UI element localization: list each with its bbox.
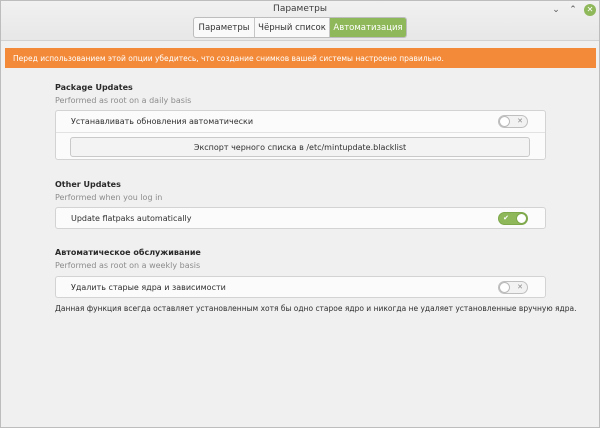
tab-blacklist[interactable]: Чёрный список: [255, 18, 330, 37]
switch-knob: [499, 282, 510, 293]
window-title: Параметры: [273, 4, 327, 14]
other-updates-panel: Update flatpaks automatically ✔: [55, 207, 546, 229]
section-subtitle-package-updates: Performed as root on a daily basis: [55, 96, 192, 105]
snapshot-warning-banner: Перед использованием этой опции убедитес…: [5, 48, 596, 68]
row-divider: [56, 132, 545, 133]
tab-automation[interactable]: Автоматизация: [330, 18, 406, 37]
remove-old-kernels-switch[interactable]: ✕: [498, 281, 528, 294]
switch-on-check-icon: ✔: [503, 214, 509, 222]
switch-off-mark-icon: ✕: [517, 283, 523, 291]
auto-upgrade-label: Устанавливать обновления автоматически: [71, 117, 254, 126]
section-subtitle-maintenance: Performed as root on a weekly basis: [55, 261, 201, 270]
section-title-maintenance: Автоматическое обслуживание: [55, 248, 201, 257]
section-title-package-updates: Package Updates: [55, 83, 133, 92]
section-subtitle-other-updates: Performed when you log in: [55, 193, 163, 202]
maintenance-panel: Удалить старые ядра и зависимости ✕: [55, 276, 546, 298]
flatpak-auto-update-label: Update flatpaks automatically: [71, 214, 192, 223]
close-icon[interactable]: ✕: [584, 4, 596, 16]
auto-upgrade-switch[interactable]: ✕: [498, 115, 528, 128]
minimize-icon[interactable]: ⌄: [550, 4, 562, 16]
flatpak-auto-update-switch[interactable]: ✔: [498, 212, 528, 225]
remove-old-kernels-label: Удалить старые ядра и зависимости: [71, 283, 226, 292]
warning-text: Перед использованием этой опции убедитес…: [13, 53, 444, 63]
maximize-icon[interactable]: ⌃: [567, 4, 579, 16]
kernel-removal-note: Данная функция всегда оставляет установл…: [55, 304, 577, 313]
section-title-other-updates: Other Updates: [55, 180, 121, 189]
switch-knob: [516, 213, 527, 224]
switch-knob: [499, 116, 510, 127]
switch-off-mark-icon: ✕: [517, 117, 523, 125]
update-manager-preferences-window: Параметры ⌄ ⌃ ✕ Параметры Чёрный список …: [0, 0, 600, 428]
package-updates-panel: Устанавливать обновления автоматически ✕…: [55, 110, 546, 160]
preferences-tab-switcher: Параметры Чёрный список Автоматизация: [193, 17, 407, 38]
export-blacklist-button[interactable]: Экспорт черного списка в /etc/mintupdate…: [70, 137, 530, 157]
title-bar[interactable]: Параметры ⌄ ⌃ ✕ Параметры Чёрный список …: [1, 1, 599, 41]
tab-options[interactable]: Параметры: [194, 18, 255, 37]
